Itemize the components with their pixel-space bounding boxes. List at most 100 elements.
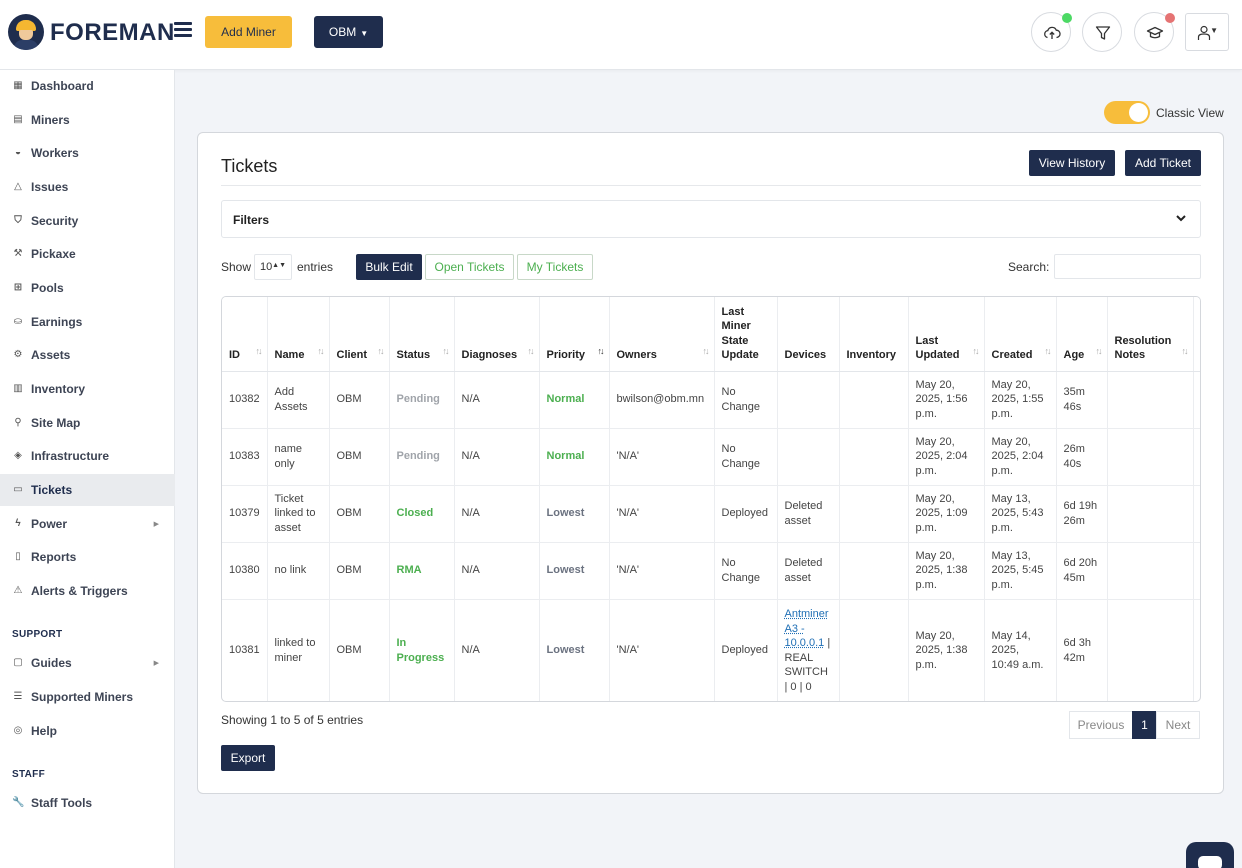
table-row[interactable]: 10380 no link OBM RMA N/A Lowest 'N/A' N… — [222, 542, 1202, 600]
cell-actions[interactable] — [1193, 485, 1202, 543]
row-action-button[interactable] — [1201, 504, 1202, 518]
lifebuoy-icon: ◎ — [13, 725, 23, 736]
sidebar-item-label: Supported Miners — [31, 690, 134, 704]
chat-widget-icon[interactable] — [1186, 842, 1234, 868]
sort-icon: ↑↓ — [702, 346, 710, 356]
cell-client: OBM — [329, 371, 390, 429]
caret-down-icon: ▼ — [360, 29, 369, 38]
user-menu-button[interactable]: ▼ — [1185, 13, 1229, 51]
column-header-priority[interactable]: Priority ↑↓ — [539, 297, 610, 372]
cell-actions[interactable] — [1193, 599, 1202, 701]
device-link[interactable]: Antminer A3 - 10.0.0.1 — [785, 608, 829, 649]
sidebar-item-issues[interactable]: △ Issues — [0, 171, 175, 203]
sidebar-item-supported-miners[interactable]: ☰ Supported Miners — [0, 681, 175, 713]
book-icon: ▢ — [13, 657, 23, 668]
column-header-diagnoses[interactable]: Diagnoses ↑↓ — [454, 297, 540, 372]
ticket-icon: ▭ — [13, 484, 23, 495]
column-label: Diagnoses — [461, 349, 518, 361]
sidebar-item-help[interactable]: ◎ Help — [0, 715, 175, 747]
menu-toggle-icon[interactable] — [174, 22, 192, 37]
add-miner-button[interactable]: Add Miner — [205, 16, 292, 48]
my-tickets-button[interactable]: My Tickets — [517, 254, 593, 280]
sort-desc-icon: ↑↓ — [597, 346, 605, 356]
cell-last-updated: May 20, 2025, 1:38 p.m. — [908, 599, 985, 701]
sidebar-item-staff-tools[interactable]: 🔧 Staff Tools — [0, 787, 175, 819]
classic-view-toggle[interactable] — [1104, 101, 1150, 124]
chevron-right-icon: ▶ — [153, 660, 159, 667]
row-action-button[interactable] — [1201, 641, 1202, 655]
filters-panel[interactable]: Filters — [221, 200, 1201, 238]
chevron-down-icon[interactable] — [1174, 211, 1188, 225]
sidebar-item-security[interactable]: ⛉ Security — [0, 205, 175, 237]
cell-created: May 20, 2025, 1:55 p.m. — [984, 371, 1057, 429]
column-header-devices[interactable]: Devices — [777, 297, 840, 372]
sidebar-item-pickaxe[interactable]: ⚒ Pickaxe — [0, 238, 175, 270]
learn-button[interactable] — [1134, 12, 1175, 52]
cell-actions[interactable] — [1193, 371, 1202, 429]
bulk-edit-button[interactable]: Bulk Edit — [356, 254, 422, 280]
brand-name[interactable]: FOREMAN — [50, 19, 175, 47]
sidebar-item-alerts-triggers[interactable]: ⚠ Alerts & Triggers — [0, 575, 175, 607]
view-history-button[interactable]: View History — [1029, 150, 1115, 176]
filter-button[interactable] — [1082, 12, 1122, 52]
sidebar-item-infrastructure[interactable]: ◈ Infrastructure — [0, 440, 175, 472]
cell-created: May 14, 2025, 10:49 a.m. — [984, 599, 1057, 701]
column-label: Inventory — [846, 349, 897, 361]
next-page-button[interactable]: Next — [1156, 711, 1200, 739]
column-header-name[interactable]: Name ↑↓ — [267, 297, 330, 372]
page-size-select[interactable]: 10 ▲▼ — [254, 254, 292, 280]
page-1-button[interactable]: 1 — [1132, 711, 1157, 739]
table-row[interactable]: 10382 Add Assets OBM Pending N/A Normal … — [222, 371, 1202, 429]
foreman-logo-icon[interactable] — [8, 14, 44, 50]
sidebar-item-earnings[interactable]: ⛀ Earnings — [0, 306, 175, 338]
sidebar-item-site-map[interactable]: ⚲ Site Map — [0, 407, 175, 439]
column-header-resolution-notes[interactable]: Resolution Notes ↑↓ — [1107, 297, 1194, 372]
column-header-id[interactable]: ID ↑↓ — [222, 297, 268, 372]
sidebar-item-assets[interactable]: ⚙ Assets — [0, 339, 175, 371]
sort-icon: ↑↓ — [1044, 346, 1052, 356]
column-header-age[interactable]: Age ↑↓ — [1056, 297, 1108, 372]
sidebar-item-guides[interactable]: ▢ Guides ▶ — [0, 647, 175, 679]
select-arrows-icon: ▲▼ — [272, 262, 286, 269]
column-header-owners[interactable]: Owners ↑↓ — [609, 297, 715, 372]
sidebar-item-power[interactable]: ϟ Power ▶ — [0, 508, 175, 540]
search-input[interactable] — [1054, 254, 1201, 279]
page-size-value: 10 — [260, 261, 273, 273]
sidebar-item-tickets[interactable]: ▭ Tickets — [0, 474, 175, 506]
upload-button[interactable] — [1031, 12, 1072, 52]
column-header-last-updated[interactable]: Last Updated ↑↓ — [908, 297, 985, 372]
sidebar-item-inventory[interactable]: ▥ Inventory — [0, 373, 175, 405]
row-action-button[interactable] — [1201, 390, 1202, 404]
sidebar-item-pools[interactable]: ⊞ Pools — [0, 272, 175, 304]
column-header-created[interactable]: Created ↑↓ — [984, 297, 1057, 372]
row-action-button[interactable] — [1201, 447, 1202, 461]
previous-page-button[interactable]: Previous — [1069, 711, 1133, 739]
open-tickets-button[interactable]: Open Tickets — [425, 254, 514, 280]
add-ticket-button[interactable]: Add Ticket — [1125, 150, 1201, 176]
table-row[interactable]: 10379 Ticket linked to asset OBM Closed … — [222, 485, 1202, 543]
cell-devices — [777, 371, 840, 429]
sidebar-item-label: Help — [31, 724, 58, 738]
column-header-last-miner-state-update[interactable]: Last Miner State Update — [714, 297, 778, 372]
row-action-button[interactable] — [1201, 561, 1202, 575]
cell-id: 10380 — [222, 542, 268, 600]
sidebar-item-dashboard[interactable]: ▦ Dashboard — [0, 70, 175, 102]
sidebar-item-label: Guides — [31, 656, 72, 670]
sidebar-item-reports[interactable]: ▯ Reports — [0, 541, 175, 573]
filters-label: Filters — [233, 213, 270, 227]
cell-actions[interactable] — [1193, 542, 1202, 600]
cell-inventory — [839, 599, 909, 701]
page-title: Tickets — [221, 156, 278, 176]
sidebar-item-miners[interactable]: ▤ Miners — [0, 104, 175, 136]
export-button[interactable]: Export — [221, 745, 275, 771]
cell-name: no link — [267, 542, 330, 600]
earnings-icon: ⛀ — [13, 316, 23, 327]
table-row[interactable]: 10381 linked to miner OBM In Progress N/… — [222, 599, 1202, 701]
table-row[interactable]: 10383 name only OBM Pending N/A Normal '… — [222, 428, 1202, 486]
sidebar-item-workers[interactable]: ◒ Workers — [0, 137, 175, 169]
column-header-status[interactable]: Status ↑↓ — [389, 297, 455, 372]
column-header-inventory[interactable]: Inventory — [839, 297, 909, 372]
column-header-client[interactable]: Client ↑↓ — [329, 297, 390, 372]
org-dropdown-button[interactable]: OBM ▼ — [314, 16, 383, 48]
cell-actions[interactable] — [1193, 428, 1202, 486]
